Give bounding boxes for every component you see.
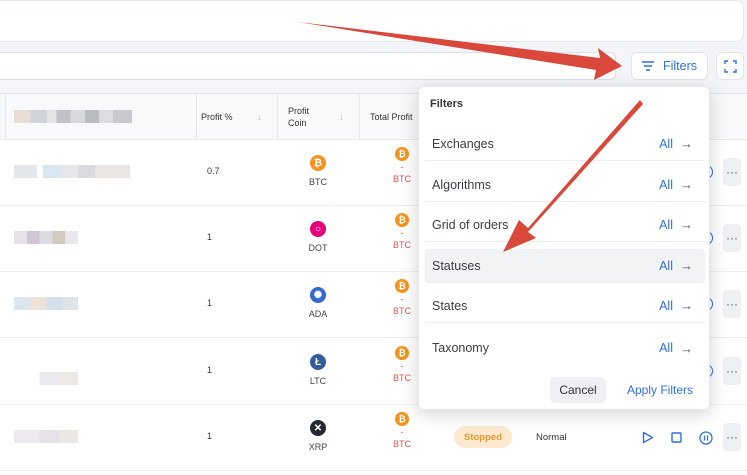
annotation-arrow-top: [298, 22, 622, 80]
annotation-arrow-dropdown: [503, 100, 643, 252]
annotation-arrows: [298, 22, 643, 252]
